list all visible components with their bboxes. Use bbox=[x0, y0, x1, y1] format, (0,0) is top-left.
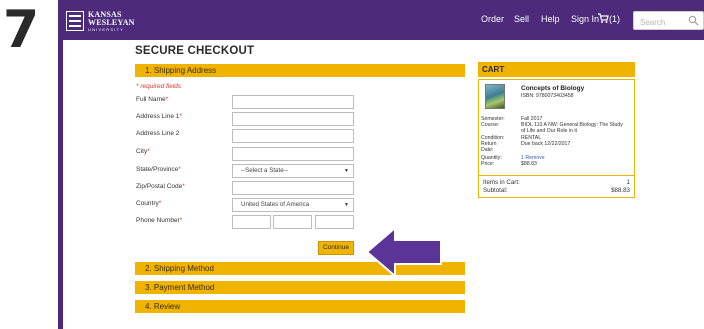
nav-help[interactable]: Help bbox=[541, 14, 560, 24]
price-value: $88.83 bbox=[521, 161, 537, 167]
label-address-line-2: Address Line 2 bbox=[136, 130, 180, 137]
country-select[interactable]: United States of America ▼ bbox=[232, 198, 354, 212]
book-cover-image bbox=[485, 84, 505, 109]
dropdown-arrow-icon: ▼ bbox=[344, 168, 349, 174]
required-fields-note: * required fields bbox=[136, 83, 182, 90]
cart-header: CART bbox=[478, 62, 635, 77]
address-line-1-field[interactable] bbox=[232, 112, 354, 131]
left-frame-border bbox=[58, 0, 63, 329]
zip-field[interactable] bbox=[232, 181, 354, 200]
return-label-line-2: Date: bbox=[481, 147, 494, 153]
return-value: Due back 12/22/2017 bbox=[521, 141, 571, 147]
course-label: Course: bbox=[481, 122, 500, 128]
logo-line-3: UNIVERSITY bbox=[88, 26, 125, 32]
phone-area-field[interactable] bbox=[232, 215, 271, 234]
city-field[interactable] bbox=[232, 147, 354, 166]
continue-button[interactable]: Continue bbox=[318, 241, 354, 255]
label-phone: Phone Number* bbox=[136, 217, 183, 224]
address-line-2-field[interactable] bbox=[232, 129, 354, 148]
nav-sell[interactable]: Sell bbox=[514, 14, 529, 24]
label-country: Country* bbox=[136, 200, 162, 207]
label-address-line-1: Address Line 1* bbox=[136, 113, 182, 120]
label-full-name: Full Name* bbox=[136, 96, 169, 103]
phone-prefix-field[interactable] bbox=[273, 215, 312, 234]
cart-divider bbox=[479, 175, 634, 176]
search-icon[interactable] bbox=[688, 15, 699, 26]
search-box[interactable] bbox=[633, 11, 704, 31]
pointer-arrow-icon bbox=[365, 225, 442, 279]
logo-line-2: WESLEYAN bbox=[88, 17, 135, 27]
nav-cart-count[interactable]: (1) bbox=[609, 14, 620, 24]
label-city: City* bbox=[136, 148, 150, 155]
course-value-line-2: of Life and Our Role in it bbox=[521, 128, 577, 134]
nav-order[interactable]: Order bbox=[481, 14, 504, 24]
dropdown-arrow-icon: ▼ bbox=[344, 202, 349, 208]
subtotal-label: Subtotal: bbox=[483, 187, 508, 194]
cart-icon[interactable] bbox=[597, 12, 609, 24]
section-payment-method[interactable]: 3. Payment Method bbox=[135, 281, 465, 294]
label-state: State/Province* bbox=[136, 166, 181, 173]
section-review[interactable]: 4. Review bbox=[135, 300, 465, 313]
book-title: Concepts of Biology bbox=[521, 85, 585, 92]
nav-sign-in[interactable]: Sign In bbox=[571, 14, 599, 24]
items-in-cart-label: Items in Cart: bbox=[483, 179, 520, 186]
university-logo[interactable]: KANSAS WESLEYAN UNIVERSITY bbox=[66, 10, 156, 32]
page-title: SECURE CHECKOUT bbox=[135, 45, 255, 57]
full-name-field[interactable] bbox=[232, 95, 354, 114]
items-in-cart-value: 1 bbox=[626, 179, 630, 186]
book-isbn: ISBN: 9780073403458 bbox=[521, 93, 574, 99]
cart-panel: Concepts of Biology ISBN: 9780073403458 … bbox=[478, 79, 635, 198]
state-select[interactable]: --Select a State-- ▼ bbox=[232, 164, 354, 178]
section-shipping-address[interactable]: 1. Shipping Address bbox=[135, 64, 465, 77]
label-zip: Zip/Postal Code* bbox=[136, 183, 185, 190]
search-input[interactable] bbox=[634, 14, 686, 31]
phone-line-field[interactable] bbox=[315, 215, 354, 234]
logo-emblem-icon bbox=[66, 11, 84, 31]
subtotal-value: $88.83 bbox=[611, 187, 630, 194]
step-number: 7 bbox=[3, 0, 40, 60]
screenshot: 7 KANSAS WESLEYAN UNIVERSITY Order Sell … bbox=[0, 0, 704, 329]
price-label: Price: bbox=[481, 161, 495, 167]
